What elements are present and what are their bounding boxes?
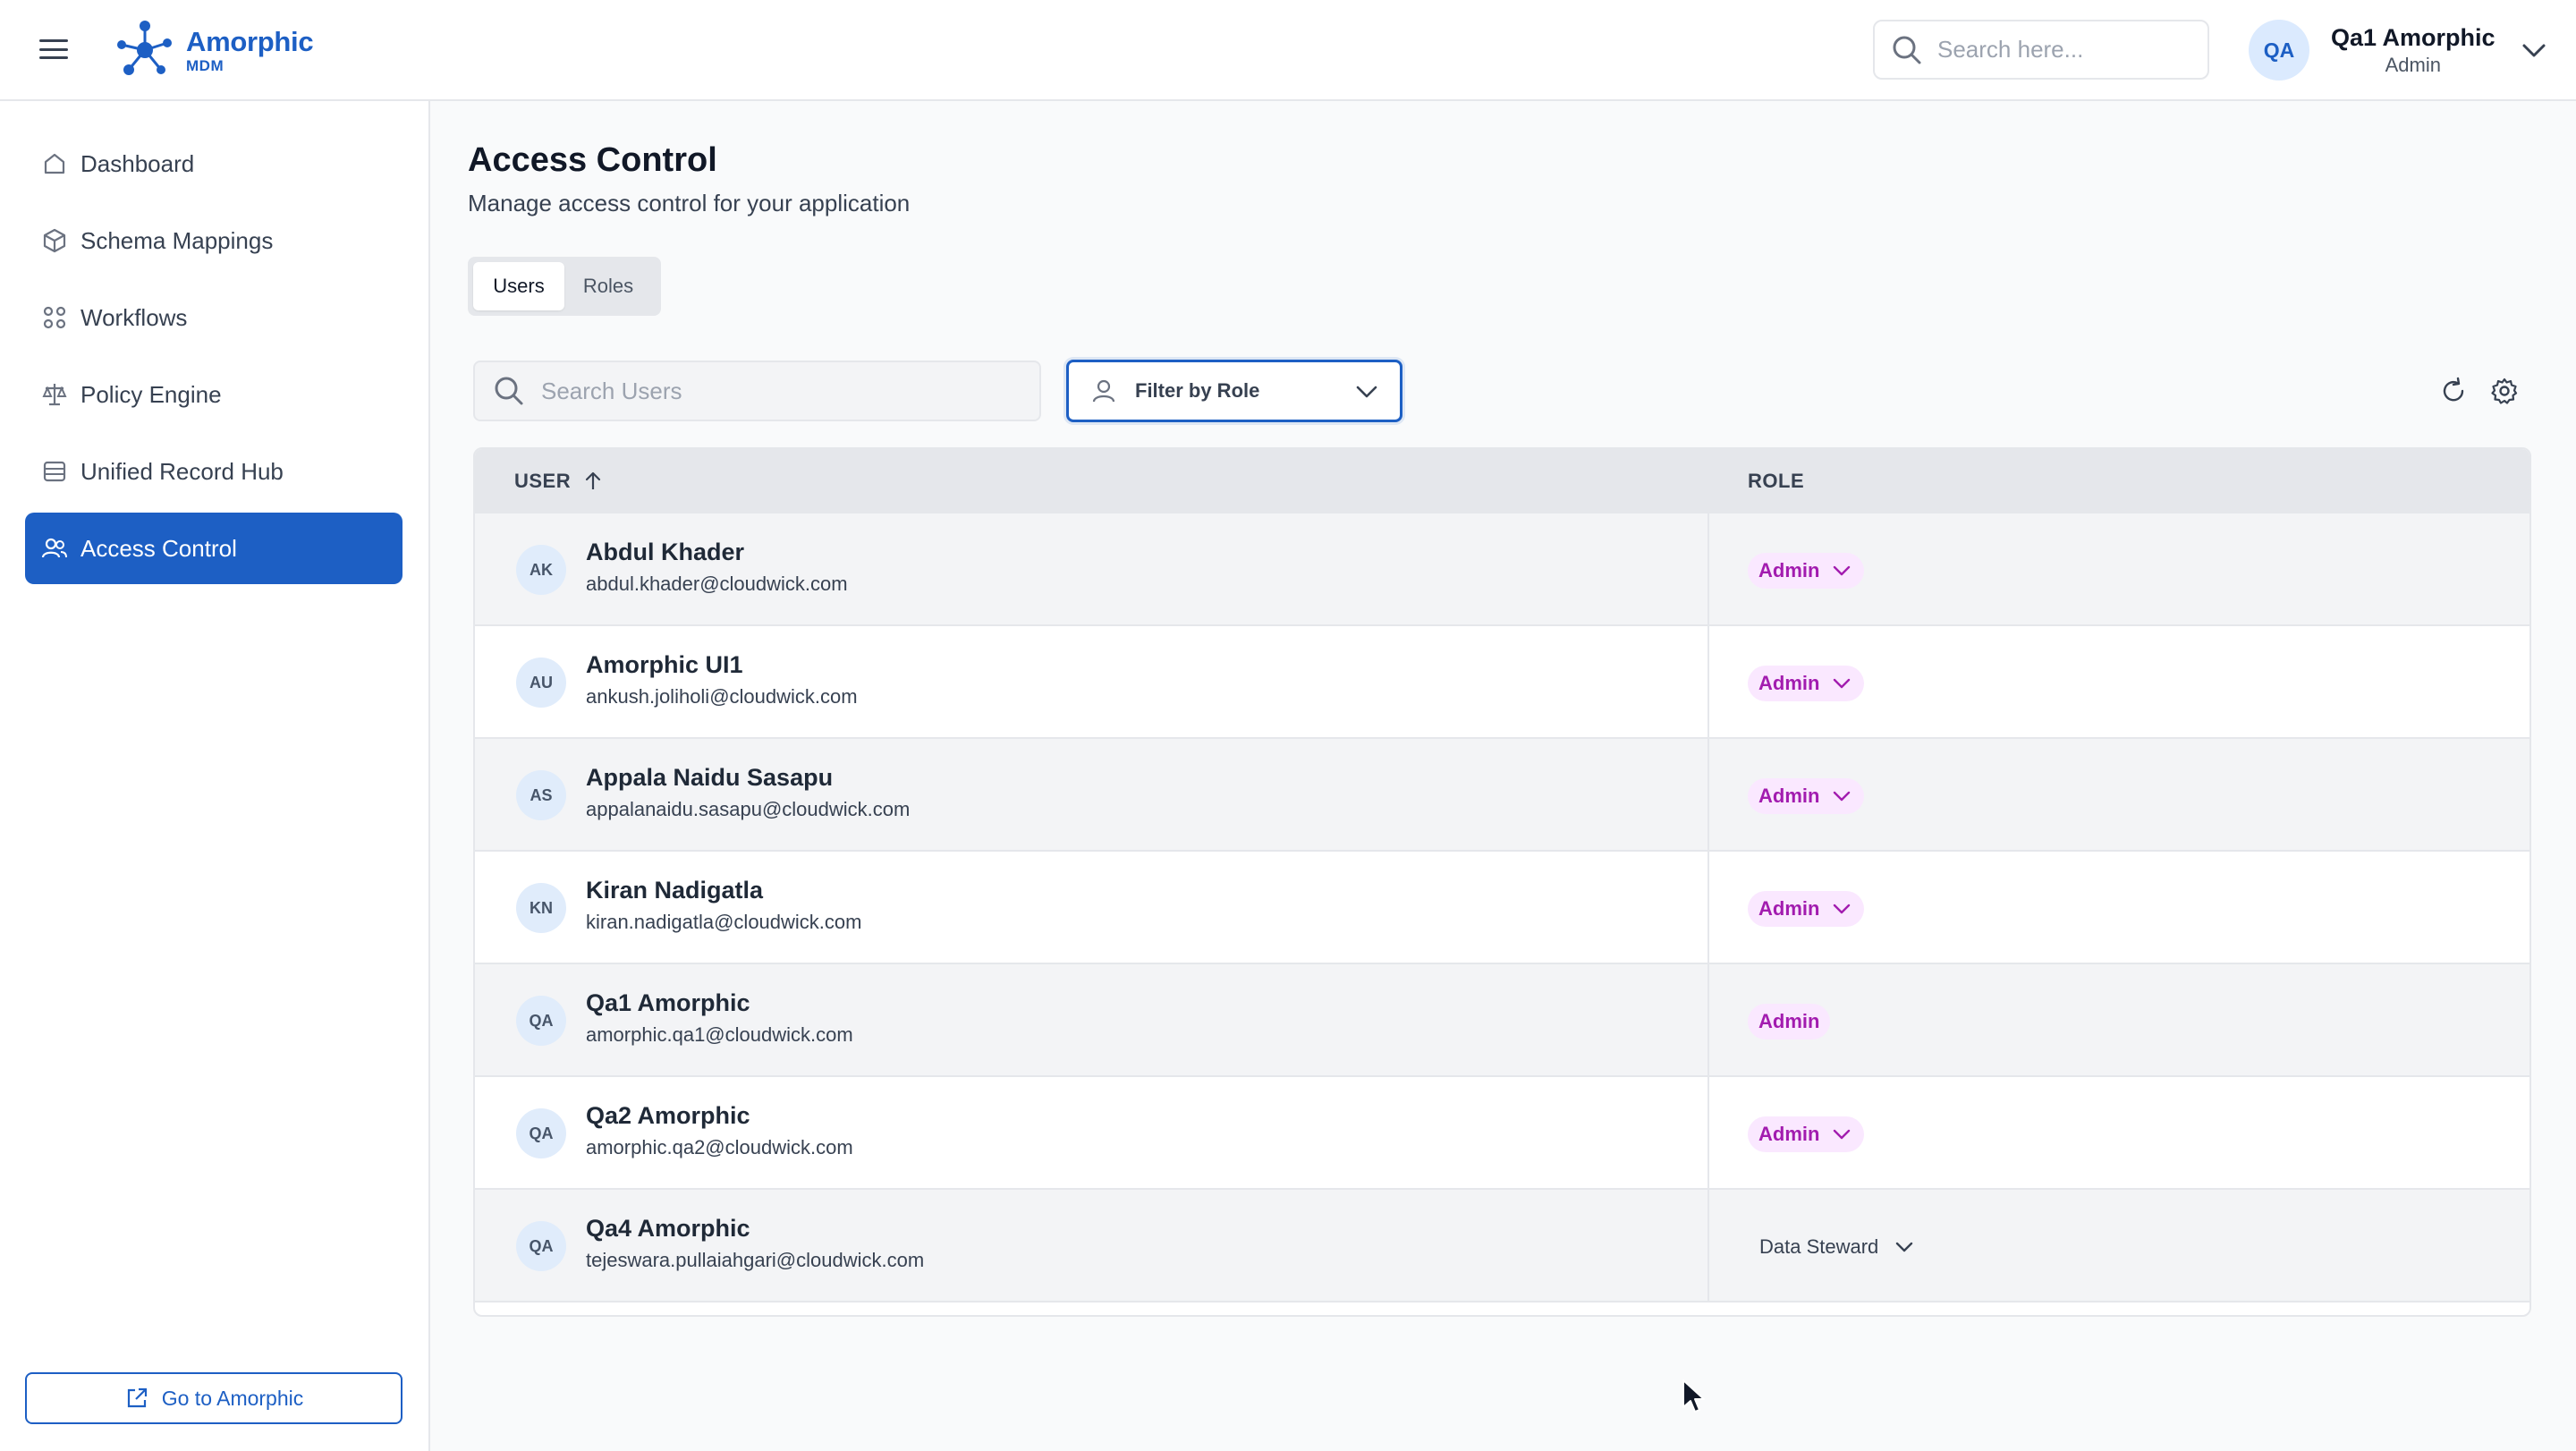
logo-icon [117, 21, 172, 75]
chevron-down-icon [1896, 1242, 1913, 1252]
user-email: appalanaidu.sasapu@cloudwick.com [586, 798, 911, 820]
avatar: KN [516, 883, 566, 933]
app-logo[interactable]: Amorphic MDM [111, 16, 314, 84]
avatar: QA [2249, 20, 2309, 81]
table-row[interactable]: KN Kiran Nadigatla kiran.nadigatla@cloud… [475, 852, 2529, 964]
menu-icon[interactable] [38, 36, 70, 63]
user-name: Qa4 Amorphic [586, 1215, 750, 1242]
filter-by-role-dropdown[interactable]: Filter by Role [1066, 360, 1402, 422]
sidebar-item-dashboard[interactable]: Dashboard [25, 128, 402, 199]
chevron-down-icon [1356, 386, 1377, 398]
avatar: AU [516, 658, 566, 708]
user-menu[interactable]: QA Qa1 Amorphic Admin [2249, 20, 2549, 81]
home-icon [44, 153, 65, 174]
search-icon [495, 377, 523, 405]
sidebar-item-access-control[interactable]: Access Control [25, 513, 402, 584]
user-name: Kiran Nadigatla [586, 877, 764, 904]
global-search[interactable] [1873, 20, 2209, 80]
refresh-icon [2443, 377, 2464, 402]
role-dropdown[interactable]: Admin [1748, 553, 1865, 589]
search-icon [1893, 36, 1921, 64]
go-button-label: Go to Amorphic [161, 1386, 304, 1410]
table-row[interactable]: AS Appala Naidu Sasapu appalanaidu.sasap… [475, 739, 2529, 852]
user-email: amorphic.qa2@cloudwick.com [586, 1136, 853, 1158]
user-role: Admin [2385, 53, 2441, 76]
sidebar-item-label: Policy Engine [80, 380, 222, 408]
user-email: ankush.joliholi@cloudwick.com [586, 685, 858, 708]
user-search-input[interactable] [541, 377, 1024, 405]
chevron-down-icon [1834, 565, 1851, 576]
sidebar-item-label: Dashboard [80, 149, 195, 177]
user-email: amorphic.qa1@cloudwick.com [586, 1023, 853, 1046]
table-row[interactable]: QA Qa1 Amorphic amorphic.qa1@cloudwick.c… [475, 964, 2529, 1077]
role-dropdown[interactable]: Admin [1748, 1116, 1865, 1152]
users-icon [41, 538, 67, 558]
settings-button[interactable] [2489, 376, 2520, 406]
avatar: AK [516, 545, 566, 595]
column-user[interactable]: USER [514, 449, 605, 513]
sidebar-item-unified-record-hub[interactable]: Unified Record Hub [25, 436, 402, 507]
user-email: kiran.nadigatla@cloudwick.com [586, 911, 862, 933]
sidebar-item-label: Workflows [80, 303, 188, 331]
role-badge: Admin [1748, 1004, 1831, 1039]
top-header: Amorphic MDM QA Qa1 Amorphic Admin [0, 0, 2576, 101]
avatar: AS [516, 770, 566, 820]
sidebar-item-label: Schema Mappings [80, 226, 274, 254]
user-search[interactable] [473, 361, 1041, 421]
sidebar-item-policy-engine[interactable]: Policy Engine [25, 359, 402, 430]
table-row[interactable]: QA Qa4 Amorphic tejeswara.pullaiahgari@c… [475, 1190, 2529, 1303]
avatar: QA [516, 996, 566, 1046]
table-row[interactable]: AK Abdul Khader abdul.khader@cloudwick.c… [475, 513, 2529, 626]
tab-users[interactable]: Users [473, 262, 564, 310]
gear-icon [2491, 378, 2518, 404]
external-link-icon [127, 1387, 147, 1408]
app-name: Amorphic [186, 25, 314, 57]
role-dropdown[interactable]: Admin [1748, 891, 1865, 927]
go-to-amorphic-button[interactable]: Go to Amorphic [25, 1372, 402, 1424]
user-email: tejeswara.pullaiahgari@cloudwick.com [586, 1249, 925, 1271]
workflow-icon [43, 306, 66, 329]
sidebar-item-label: Unified Record Hub [80, 457, 284, 485]
user-name: Appala Naidu Sasapu [586, 764, 834, 791]
user-name: Qa2 Amorphic [586, 1102, 750, 1129]
sidebar-item-label: Access Control [80, 534, 237, 562]
avatar: QA [516, 1221, 566, 1271]
filter-label: Filter by Role [1135, 379, 1260, 402]
database-icon [43, 461, 66, 482]
page-title: Access Control [468, 141, 717, 179]
user-name: Qa1 Amorphic [586, 989, 750, 1016]
role-dropdown[interactable]: Admin [1748, 778, 1865, 814]
chevron-down-icon [1834, 678, 1851, 689]
user-name: Amorphic UI1 [586, 651, 743, 678]
chevron-down-icon [1834, 1129, 1851, 1140]
person-icon [1092, 379, 1115, 403]
global-search-input[interactable] [1937, 36, 2188, 64]
chevron-down-icon [1834, 904, 1851, 914]
mouse-cursor-icon [1682, 1379, 1705, 1413]
user-email: abdul.khader@cloudwick.com [586, 573, 848, 595]
table-row[interactable]: QA Qa2 Amorphic amorphic.qa2@cloudwick.c… [475, 1077, 2529, 1190]
tab-roles[interactable]: Roles [564, 262, 652, 310]
refresh-button[interactable] [2438, 376, 2469, 406]
scale-icon [42, 384, 67, 406]
sort-ascending-icon[interactable] [581, 470, 605, 493]
page-subtitle: Manage access control for your applicati… [468, 190, 911, 216]
column-role[interactable]: ROLE [1748, 449, 1804, 513]
tab-bar: Users Roles [468, 257, 661, 316]
sidebar-item-schema-mappings[interactable]: Schema Mappings [25, 205, 402, 276]
role-dropdown[interactable]: Admin [1748, 666, 1865, 701]
app-subname: MDM [186, 56, 225, 74]
role-dropdown[interactable]: Data Steward [1759, 1229, 1916, 1265]
users-table: USER ROLE AK Abdul Khader abdul.khader@c… [473, 447, 2531, 1317]
cube-icon [43, 228, 66, 253]
sidebar: Dashboard Schema Mappings Workflows Poli… [0, 101, 430, 1451]
user-name: Qa1 Amorphic [2331, 23, 2496, 51]
chevron-down-icon [1834, 791, 1851, 802]
table-header: USER ROLE [475, 449, 2529, 513]
user-name: Abdul Khader [586, 539, 745, 565]
avatar: QA [516, 1108, 566, 1158]
chevron-down-icon[interactable] [2519, 35, 2549, 65]
sidebar-item-workflows[interactable]: Workflows [25, 282, 402, 353]
table-row[interactable]: AU Amorphic UI1 ankush.joliholi@cloudwic… [475, 626, 2529, 739]
